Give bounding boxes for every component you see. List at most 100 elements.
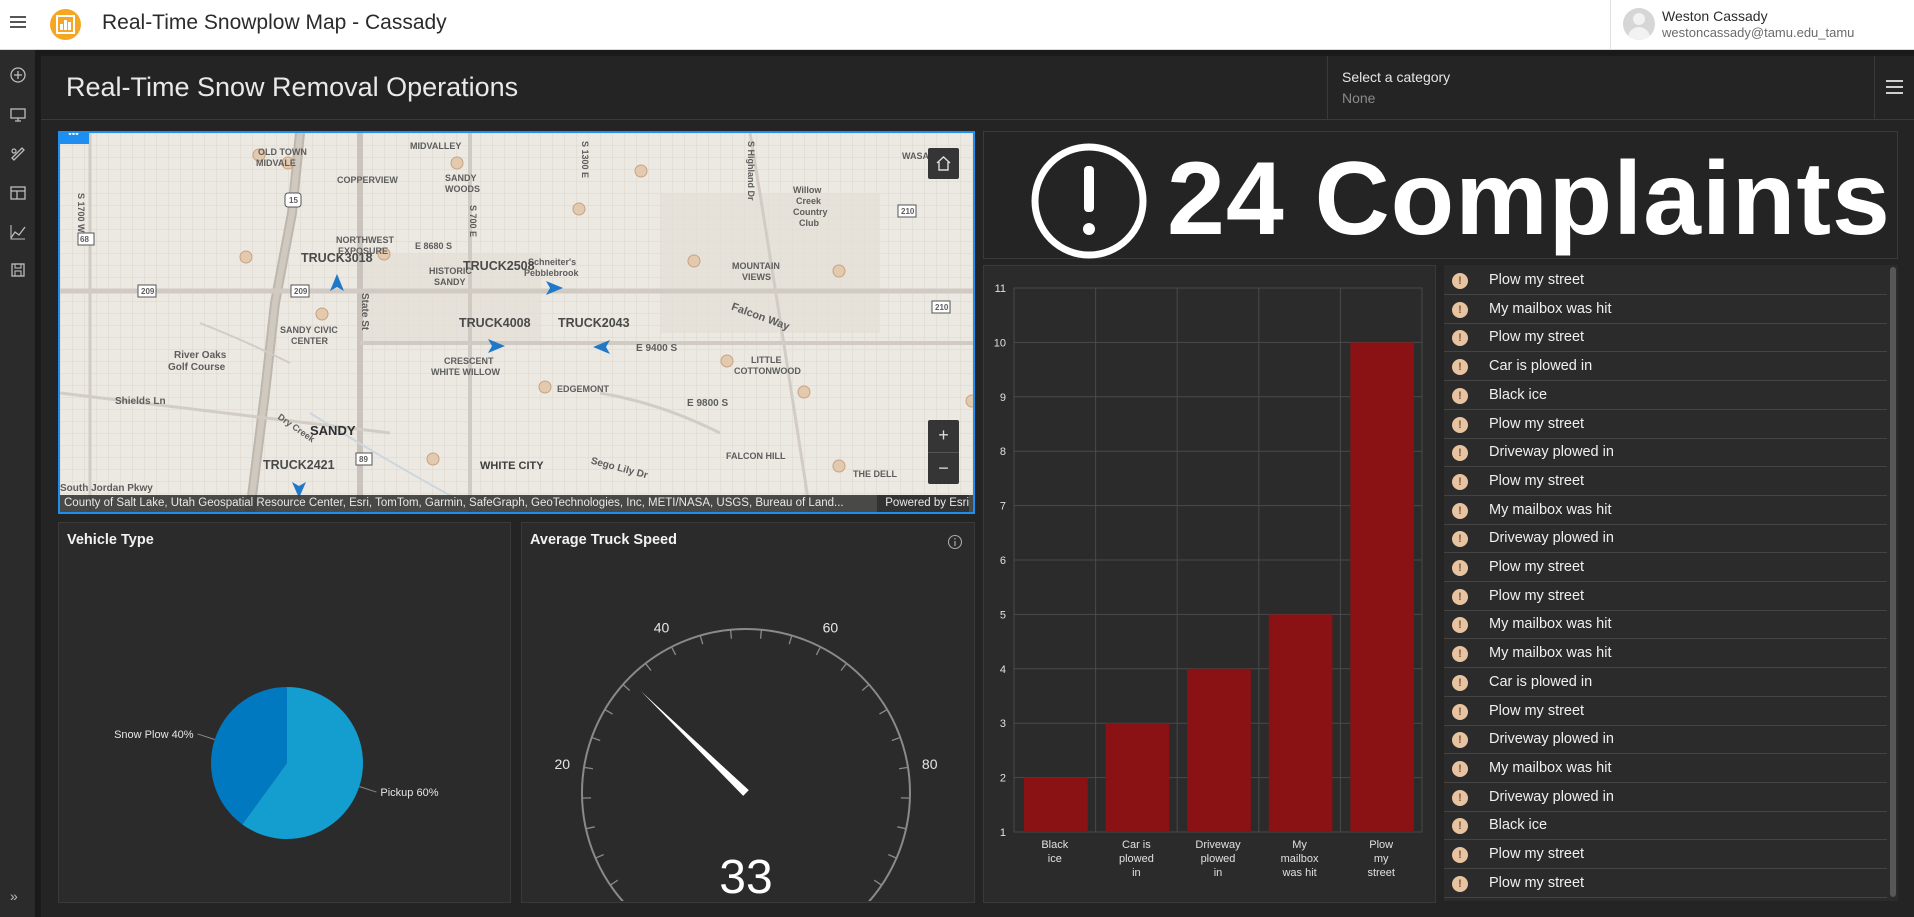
bar-black-ice[interactable]: [1024, 777, 1088, 832]
vehicle-type-pie-chart: Snow Plow 40% Pickup 60%: [114, 687, 439, 839]
list-item[interactable]: My mailbox was hit: [1444, 296, 1887, 324]
place-label: River Oaks: [174, 350, 227, 361]
truck-label-2421[interactable]: TRUCK2421: [263, 458, 335, 472]
list-item[interactable]: Plow my street: [1444, 324, 1887, 353]
save-icon[interactable]: [9, 261, 27, 279]
x-tick-label: Black ice: [1041, 839, 1068, 865]
truck-label-4008[interactable]: TRUCK4008: [459, 316, 531, 330]
dashboard-title: Real-Time Snow Removal Operations: [66, 72, 519, 102]
gauge-tick: [609, 879, 619, 886]
place-label: VIEWS: [742, 272, 772, 282]
complaint-icon: [1452, 818, 1468, 835]
complaint-text: Plow my street: [1489, 874, 1585, 891]
list-item[interactable]: Driveway plowed in: [1444, 784, 1887, 812]
highway-shield-68: 68: [80, 235, 89, 244]
gauge-value: 33: [719, 851, 772, 901]
truck-label-2508[interactable]: TRUCK2508: [463, 259, 535, 273]
gauge-tick: [595, 853, 605, 859]
complaint-text: My mailbox was hit: [1489, 759, 1612, 776]
list-item[interactable]: My mailbox was hit: [1444, 497, 1887, 525]
gauge-tick: [897, 826, 907, 830]
list-item[interactable]: My mailbox was hit: [1444, 640, 1887, 669]
x-tick-label: Car is plowed in: [1119, 839, 1154, 879]
list-item[interactable]: Plow my street: [1444, 698, 1887, 726]
list-item[interactable]: Driveway plowed in: [1444, 439, 1887, 468]
place-label: South Jordan Pkwy: [60, 483, 153, 494]
complaint-icon: [1452, 359, 1468, 376]
app-menu-icon[interactable]: [10, 16, 26, 30]
place-label: OLD TOWN: [258, 147, 307, 157]
chart-icon[interactable]: [9, 223, 27, 241]
list-item[interactable]: My mailbox was hit: [1444, 611, 1887, 640]
place-label: THE DELL: [853, 469, 897, 479]
user-account[interactable]: Weston Cassady westoncassady@tamu.edu_ta…: [1610, 0, 1914, 50]
list-item[interactable]: Plow my street: [1444, 841, 1887, 869]
gauge-tick: [759, 629, 763, 639]
gauge-tick-label: 60: [823, 619, 839, 635]
list-item[interactable]: Black ice: [1444, 812, 1887, 841]
list-item[interactable]: Plow my street: [1444, 870, 1887, 898]
map-home-button[interactable]: [928, 148, 959, 179]
place-label: EDGEMONT: [557, 384, 610, 394]
add-icon[interactable]: [9, 66, 27, 84]
list-item[interactable]: Plow my street: [1444, 267, 1887, 295]
gauge-tick: [699, 635, 704, 645]
complaint-icon: [1452, 273, 1468, 289]
complaint-icon: [1452, 646, 1468, 663]
info-icon[interactable]: [947, 534, 963, 550]
list-item[interactable]: Plow my street: [1444, 554, 1887, 582]
list-item[interactable]: Plow my street: [1444, 468, 1887, 496]
truck-label-3018[interactable]: TRUCK3018: [301, 251, 373, 265]
place-label: NORTHWEST: [336, 235, 394, 245]
dashboard-menu-button[interactable]: [1874, 56, 1914, 120]
powered-by-esri-link[interactable]: Powered by Esri: [877, 495, 969, 512]
list-item[interactable]: Car is plowed in: [1444, 669, 1887, 697]
truck-label-2043[interactable]: TRUCK2043: [558, 316, 630, 330]
category-selector[interactable]: Select a category None: [1327, 56, 1537, 120]
complaints-list-scrollbar[interactable]: [1890, 267, 1896, 897]
y-tick-label: 5: [1000, 609, 1006, 621]
list-item[interactable]: My mailbox was hit: [1444, 755, 1887, 783]
complaint-icon: [1452, 703, 1468, 720]
monitor-icon[interactable]: [9, 106, 27, 124]
x-tick-label: Plow my street: [1367, 839, 1395, 879]
complaint-icon: [1452, 674, 1468, 691]
zoom-in-button[interactable]: +: [928, 420, 959, 452]
gauge-tick: [891, 736, 901, 742]
dashboard-logo-icon: [50, 9, 81, 40]
list-item[interactable]: Plow my street: [1444, 411, 1887, 439]
place-label: CRESCENT: [444, 356, 494, 366]
app-title: Real-Time Snowplow Map - Cassady: [102, 11, 447, 34]
gauge-tick: [622, 684, 631, 691]
pie-leader-line: [359, 786, 377, 793]
pie-slice-label: Snow Plow 40%: [114, 729, 194, 741]
bar-my-mailbox-was-hit[interactable]: [1268, 614, 1333, 832]
gauge-tick-label: 40: [654, 619, 670, 635]
snowplow-map[interactable]: 15 68 209 209 210 210 89 OLD TOWN MIDVAL…: [58, 131, 975, 514]
list-item[interactable]: Car is plowed in: [1444, 353, 1887, 382]
x-tick-label: My mailbox was hit: [1281, 839, 1319, 879]
bar-car-is-plowed-in[interactable]: [1105, 723, 1170, 832]
theme-icon[interactable]: [9, 145, 27, 163]
zoom-out-button[interactable]: −: [928, 452, 959, 484]
bar-driveway-plowed-in[interactable]: [1187, 668, 1251, 832]
bar-plow-my-street[interactable]: [1350, 342, 1414, 832]
dashboard-header: Real-Time Snow Removal Operations Select…: [41, 56, 1914, 120]
gauge-tick: [670, 646, 677, 656]
expand-rail-icon[interactable]: »: [10, 888, 18, 904]
list-item[interactable]: Black ice: [1444, 382, 1887, 410]
list-item[interactable]: Driveway plowed in: [1444, 525, 1887, 554]
complaint-text: Car is plowed in: [1489, 358, 1593, 375]
map-options-button[interactable]: •••: [60, 133, 89, 144]
tool-rail: »: [0, 50, 35, 917]
list-item[interactable]: Plow my street: [1444, 583, 1887, 611]
complaint-icon: [1452, 473, 1468, 490]
complaints-list[interactable]: Plow my street My mailbox was hit Plow my …: [1444, 265, 1898, 901]
layout-icon[interactable]: [9, 184, 27, 202]
truck-speed-gauge: 02040608010033: [555, 619, 938, 901]
list-item[interactable]: Driveway plowed in: [1444, 726, 1887, 755]
place-label: E 9400 S: [636, 343, 678, 354]
list-item[interactable]: Car is plowed in: [1444, 898, 1887, 901]
place-label: FALCON HILL: [726, 451, 786, 461]
place-label: Club: [799, 218, 819, 228]
